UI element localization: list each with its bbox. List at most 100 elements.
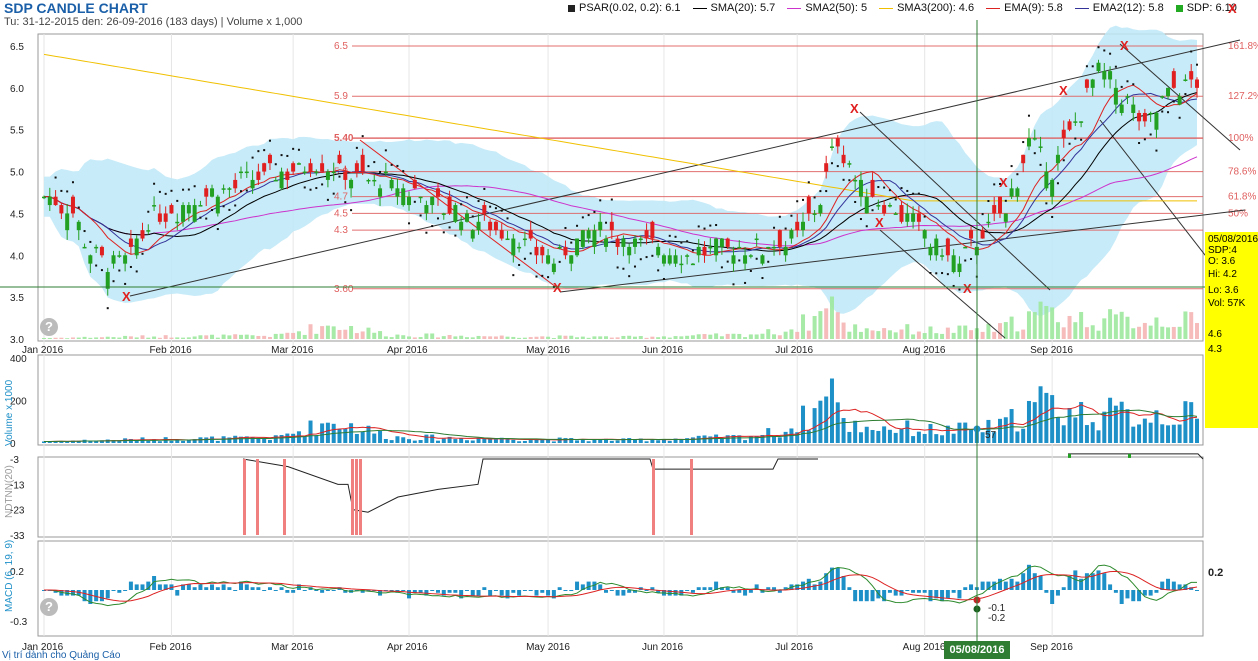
candle-body [575, 238, 580, 256]
candle-body [198, 205, 203, 207]
psar-dot [1196, 63, 1198, 66]
psar-dot [147, 210, 150, 213]
volume-bar-overlay [238, 334, 243, 339]
candle-body [331, 171, 336, 174]
psar-dot [454, 234, 457, 237]
volume-bar [360, 431, 365, 443]
volume-bar [522, 440, 527, 443]
psar-dot [1074, 137, 1077, 140]
help-icon[interactable]: ? [40, 598, 58, 616]
macd-histogram-bar [221, 584, 226, 590]
candle-body [152, 205, 157, 207]
psar-dot [292, 147, 295, 150]
candle-body [186, 205, 191, 214]
candle-body [360, 154, 365, 172]
macd-histogram-bar [123, 590, 128, 591]
macd-histogram-bar [435, 590, 440, 593]
bollinger-band [44, 25, 1197, 317]
volume-bar [743, 440, 748, 443]
volume-bar-overlay [1003, 322, 1008, 339]
psar-dot [257, 150, 260, 153]
volume-bar-overlay [783, 331, 788, 339]
psar-dot [274, 163, 277, 166]
macd-histogram-bar [870, 590, 875, 602]
candle-body [957, 263, 962, 273]
volume-bar [1044, 392, 1049, 443]
psar-dot [570, 241, 573, 244]
volume-bar-overlay [731, 333, 736, 339]
candle-body [1073, 121, 1078, 123]
macd-histogram-bar [186, 584, 191, 590]
psar-dot [842, 178, 845, 181]
volume-bar-overlay [887, 330, 892, 339]
volume-bar-overlay [76, 337, 81, 339]
candle-body [1044, 171, 1049, 189]
psar-dot [744, 281, 747, 284]
psar-dot [263, 149, 266, 152]
candle-body [488, 221, 493, 231]
volume-bar-overlay [221, 334, 226, 339]
volume-bar-overlay [1183, 311, 1188, 339]
macd-histogram-bar [1084, 573, 1089, 590]
volume-bar [308, 420, 313, 443]
candle-body [65, 213, 70, 231]
candle-body [1142, 112, 1147, 122]
macd-histogram-bar [1119, 590, 1124, 604]
candle-body [644, 230, 649, 239]
psar-dot [512, 274, 515, 277]
volume-bar-overlay [812, 316, 817, 339]
psar-dot [193, 185, 196, 188]
volume-bar-overlay [1119, 311, 1124, 339]
reversal-marker: X [875, 215, 884, 230]
macd-histogram-bar [998, 578, 1003, 590]
psar-dot [1004, 199, 1007, 202]
volume-bar-overlay [157, 337, 162, 339]
volume-bar-overlay [824, 308, 829, 339]
macd-histogram-bar [615, 590, 620, 596]
macd-histogram-bar [887, 590, 892, 593]
volume-bar-overlay [464, 337, 469, 339]
candle-body [181, 205, 186, 222]
candle-body [476, 221, 481, 231]
psar-dot [686, 240, 689, 243]
volume-bar-overlay [128, 336, 133, 339]
volume-bar-overlay [99, 337, 104, 339]
candle-body [673, 255, 678, 264]
psar-dot [390, 163, 393, 166]
psar-dot [964, 259, 967, 262]
candle-body [864, 196, 869, 214]
macd-histogram-bar [940, 590, 945, 602]
volume-bar [829, 378, 834, 443]
x-tick-label: Jun 2016 [642, 642, 684, 653]
macd-histogram-bar [702, 587, 707, 590]
volume-bar [157, 441, 162, 443]
help-icon[interactable]: ? [40, 318, 58, 336]
ndtnn-line [1068, 453, 1204, 460]
volume-bar [418, 440, 423, 443]
volume-bar-overlay [1096, 330, 1101, 339]
chart-canvas[interactable]: 6.5161.8%5.9127.2%5.40100%5.078.6%4.761.… [0, 0, 1258, 661]
fib-price-label: 5.9 [334, 91, 348, 102]
macd-histogram-bar [1166, 578, 1171, 590]
macd-histogram-bar [331, 590, 336, 591]
psar-dot [124, 282, 127, 285]
psar-dot [1033, 152, 1036, 155]
candle-body [447, 196, 452, 214]
candle-body [783, 246, 788, 256]
psar-dot [871, 209, 874, 212]
volume-bar-overlay [505, 336, 510, 339]
fib-price-label: 4.5 [334, 208, 348, 219]
volume-bar [627, 438, 632, 443]
macd-histogram-bar [464, 590, 469, 591]
macd-tick-label: -0.3 [10, 617, 28, 628]
volume-bar-overlay [59, 337, 64, 339]
x-tick-label: Aug 2016 [903, 642, 946, 653]
psar-dot [1138, 142, 1141, 145]
advertising-link[interactable]: Vị trí dành cho Quảng Cáo [2, 650, 120, 661]
fib-percent-label: 127.2% [1228, 91, 1258, 102]
candle-body [117, 255, 122, 257]
x-tick-label: May 2016 [526, 345, 570, 356]
volume-bar-overlay [331, 326, 336, 339]
psar-dot [1045, 202, 1048, 205]
volume-bar [476, 438, 481, 443]
